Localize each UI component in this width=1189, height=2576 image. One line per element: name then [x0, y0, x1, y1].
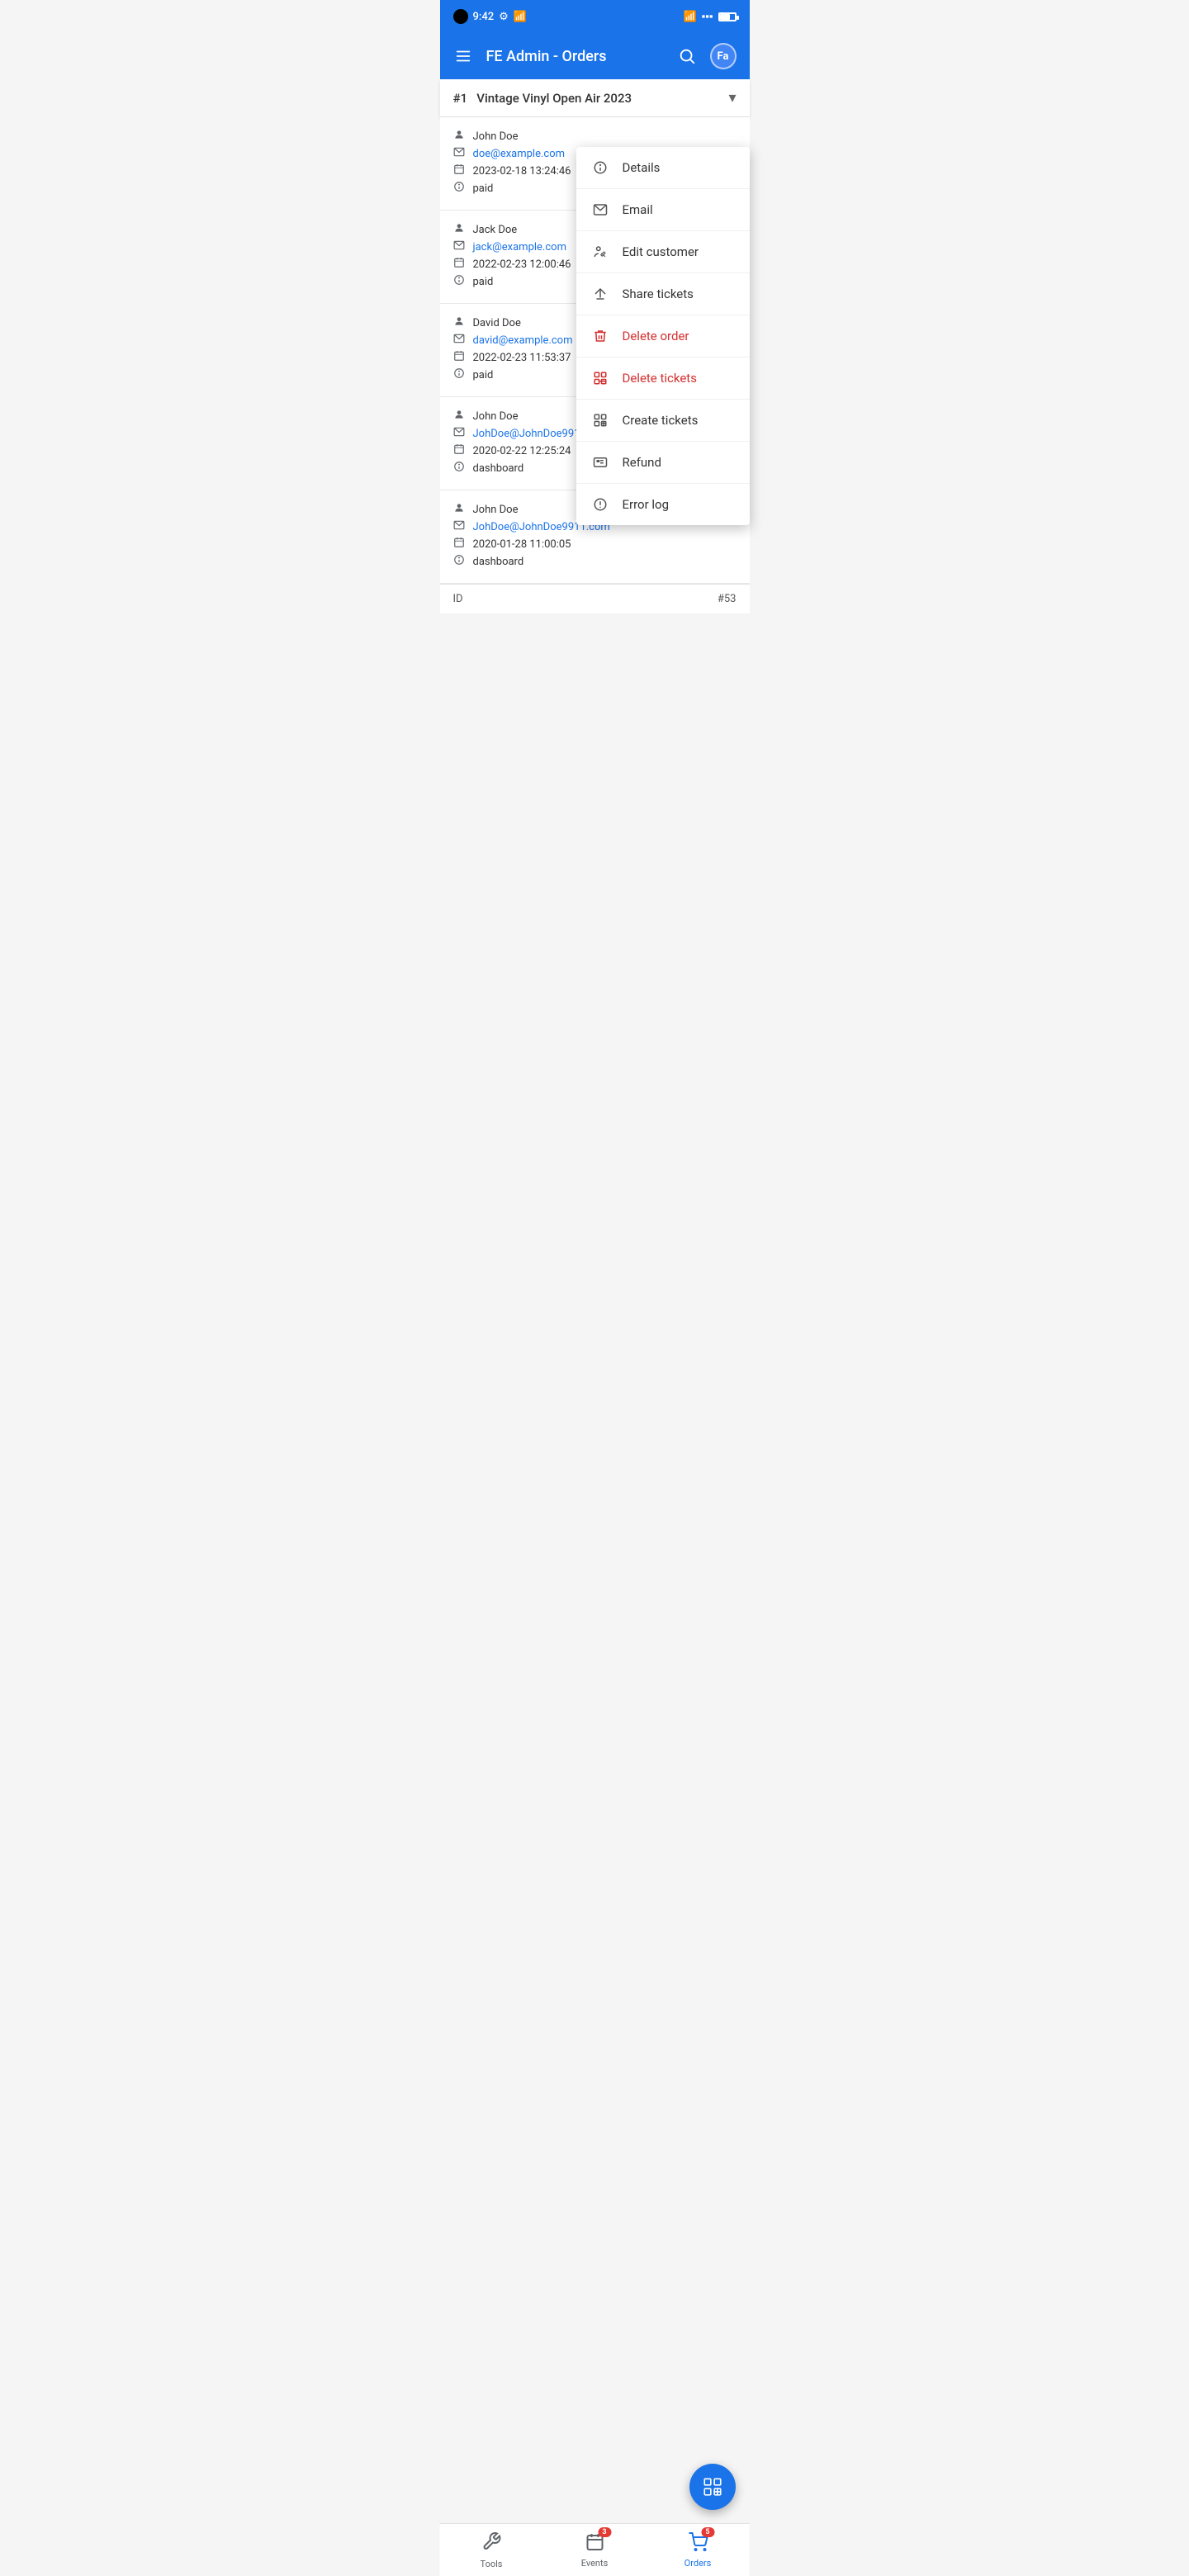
calendar-icon — [453, 257, 467, 272]
tab-tools[interactable]: Tools — [440, 2524, 543, 2576]
status-bar-right: 📶 ▪▪▪ — [683, 10, 736, 23]
email-icon — [453, 519, 467, 534]
fab-button[interactable] — [689, 2464, 736, 2510]
status-bar: 9:42 ⚙ 📶 📶 ▪▪▪ — [440, 0, 750, 33]
share-tickets-icon — [591, 285, 609, 303]
menu-label-error-log: Error log — [623, 497, 670, 512]
menu-item-error-log[interactable]: Error log — [576, 484, 750, 525]
person-icon — [453, 409, 467, 424]
order-datetime: 2020-01-28 11:00:05 — [473, 538, 571, 551]
tab-label-tools: Tools — [481, 2559, 503, 2569]
menu-item-delete-order[interactable]: Delete order — [576, 315, 750, 358]
settings-icon: ⚙ — [499, 11, 509, 23]
app-bar-title: FE Admin - Orders — [486, 48, 664, 65]
delete-tickets-icon — [591, 369, 609, 387]
order-status: paid — [473, 182, 494, 195]
order-email: doe@example.com — [473, 148, 566, 160]
menu-item-refund[interactable]: Refund — [576, 442, 750, 484]
table-footer: ID #53 — [440, 584, 750, 613]
menu-item-create-tickets[interactable]: Create tickets — [576, 400, 750, 442]
order-name: John Doe — [473, 130, 519, 143]
order-datetime: 2022-02-23 12:00:46 — [473, 258, 571, 271]
menu-label-delete-order: Delete order — [623, 329, 689, 343]
calendar-icon — [453, 163, 467, 178]
menu-label-email: Email — [623, 202, 653, 217]
status-time: 9:42 — [473, 11, 495, 23]
order-datetime: 2020-02-22 12:25:24 — [473, 445, 571, 457]
info-icon — [453, 367, 467, 382]
order-name: Jack Doe — [473, 224, 518, 236]
order-datetime: 2022-02-23 11:53:37 — [473, 352, 571, 364]
tab-badge-orders: 5 — [688, 2532, 708, 2555]
order-status: paid — [473, 276, 494, 288]
calendar-icon — [453, 537, 467, 552]
menu-button[interactable] — [453, 46, 473, 66]
wifi-icon: 📶 — [683, 11, 696, 23]
circle-icon — [453, 9, 468, 24]
delete-order-icon — [591, 327, 609, 345]
order-email: david@example.com — [473, 334, 573, 347]
tab-label-orders: Orders — [685, 2558, 712, 2569]
info-icon — [453, 461, 467, 476]
person-icon — [453, 222, 467, 237]
menu-label-delete-tickets: Delete tickets — [623, 371, 697, 386]
tab-icon-tools — [481, 2531, 501, 2556]
info-icon — [453, 181, 467, 196]
menu-label-create-tickets: Create tickets — [623, 413, 699, 428]
signal-icon: ▪▪▪ — [702, 10, 713, 23]
order-name: David Doe — [473, 317, 521, 329]
menu-label-edit-customer: Edit customer — [623, 244, 699, 259]
person-icon — [453, 502, 467, 517]
menu-label-share-tickets: Share tickets — [623, 286, 694, 301]
email-icon — [453, 333, 467, 348]
order-name: John Doe — [473, 504, 519, 516]
app-bar: FE Admin - Orders Fa — [440, 33, 750, 79]
order-name: John Doe — [473, 410, 519, 423]
details-icon — [591, 159, 609, 177]
menu-item-details[interactable]: Details — [576, 147, 750, 189]
create-tickets-icon — [591, 411, 609, 429]
search-button[interactable] — [677, 46, 697, 66]
event-name: #1 Vintage Vinyl Open Air 2023 — [453, 91, 632, 106]
order-status: dashboard — [473, 556, 524, 568]
dropdown-arrow-icon: ▾ — [728, 89, 736, 107]
email-icon — [453, 146, 467, 161]
battery-icon — [718, 12, 737, 21]
calendar-icon — [453, 443, 467, 458]
tab-label-events: Events — [581, 2558, 609, 2569]
event-dropdown[interactable]: #1 Vintage Vinyl Open Air 2023 ▾ — [440, 79, 750, 117]
context-menu: Details Email Edit customer Share ticket… — [576, 147, 750, 525]
id-label: ID — [453, 593, 463, 605]
calendar-icon — [453, 350, 467, 365]
count-label: #53 — [718, 593, 737, 605]
person-icon — [453, 129, 467, 144]
menu-label-details: Details — [623, 160, 661, 175]
menu-item-share-tickets[interactable]: Share tickets — [576, 273, 750, 315]
info-icon — [453, 554, 467, 569]
menu-item-edit-customer[interactable]: Edit customer — [576, 231, 750, 273]
order-status: dashboard — [473, 462, 524, 475]
bottom-navigation: Tools 3 Events 5 Orders — [440, 2523, 750, 2576]
order-status: paid — [473, 369, 494, 381]
menu-item-email[interactable]: Email — [576, 189, 750, 231]
order-email: jack@example.com — [473, 241, 566, 253]
tab-orders[interactable]: 5 Orders — [647, 2524, 750, 2576]
error-log-icon — [591, 495, 609, 514]
menu-label-refund: Refund — [623, 455, 661, 470]
status-bar-left: 9:42 ⚙ 📶 — [453, 9, 527, 24]
email-icon — [591, 201, 609, 219]
avatar[interactable]: Fa — [710, 43, 737, 69]
tab-events[interactable]: 3 Events — [543, 2524, 647, 2576]
tab-badge-events: 3 — [585, 2532, 604, 2555]
edit-customer-icon — [591, 243, 609, 261]
refund-icon — [591, 453, 609, 471]
email-icon — [453, 426, 467, 441]
info-icon — [453, 274, 467, 289]
email-icon — [453, 239, 467, 254]
sim-icon: 📶 — [514, 11, 527, 23]
person-icon — [453, 315, 467, 330]
order-datetime: 2023-02-18 13:24:46 — [473, 165, 571, 178]
menu-item-delete-tickets[interactable]: Delete tickets — [576, 358, 750, 400]
